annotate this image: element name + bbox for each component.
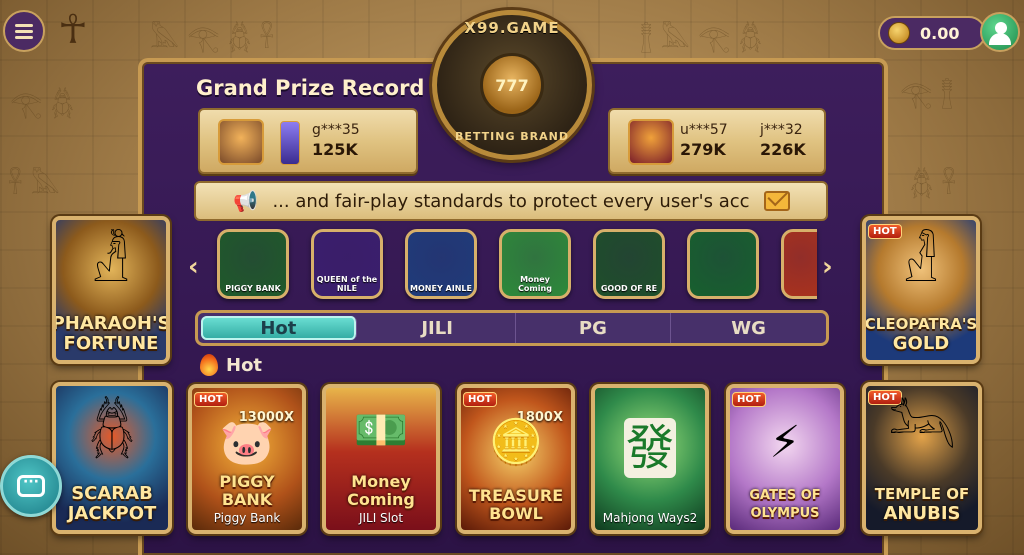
- game-title: Money Coming: [347, 472, 415, 509]
- tab-wg[interactable]: WG: [671, 313, 826, 343]
- game-card-mahjong-ways2[interactable]: 發 Mahjong Ways2: [591, 384, 709, 534]
- featured-game-temple-of-anubis[interactable]: HOT 𓃢 TEMPLE OF ANUBIS: [862, 382, 982, 534]
- scarab-icon: 𓆣: [88, 400, 136, 460]
- tab-jili[interactable]: JILI: [360, 313, 516, 343]
- carousel-prev-button[interactable]: ‹: [188, 252, 199, 282]
- hieroglyph: 𓂀 𓆣: [10, 90, 74, 120]
- winner-entry: u***57 279K: [680, 122, 728, 159]
- winner-game-thumb: [280, 121, 300, 165]
- game-card-money-coming[interactable]: 💵 Money Coming JILI Slot: [322, 384, 440, 534]
- pharaoh-icon: 𓁚: [92, 234, 130, 294]
- piggy-icon: 🐷: [219, 417, 275, 468]
- hero-title-line: TEMPLE OF: [874, 485, 970, 503]
- user-profile-button[interactable]: [980, 12, 1020, 52]
- winner-game-thumb: [628, 119, 674, 165]
- anubis-icon: 𓃢: [888, 400, 956, 460]
- logo-bottom-text: BETTING BRAND: [454, 130, 570, 143]
- chat-support-button[interactable]: [0, 455, 62, 517]
- featured-game-cleopatras-gold[interactable]: HOT 𓁐 CLEOPATRA'S GOLD: [862, 216, 980, 364]
- gold-bowl-icon: 🪙: [488, 417, 544, 468]
- user-icon: [995, 22, 1007, 34]
- mahjong-tile-icon: 發: [624, 418, 676, 478]
- game-card-treasure-bowl[interactable]: HOT 1800X 🪙 TREASURE BOWL: [457, 384, 575, 534]
- money-icon: 💵: [353, 405, 409, 456]
- hero-title-line: JACKPOT: [67, 503, 157, 524]
- winner-name: j***32: [760, 122, 803, 138]
- carousel-game-queen-of-the-nile[interactable]: QUEEN of the NILE: [311, 229, 383, 299]
- game-subtitle: Mahjong Ways2: [602, 511, 698, 525]
- hieroglyph: 𓋹 𓅓: [8, 170, 60, 200]
- game-title: TREASURE BOWL: [468, 486, 564, 523]
- hot-badge: HOT: [194, 392, 228, 407]
- winner-amount: 226K: [760, 140, 806, 159]
- hero-title-line: CLEOPATRA'S: [864, 315, 978, 333]
- prize-record-right: u***57 279K j***32 226K: [608, 108, 826, 174]
- brand-logo: X99.GAME 777 BETTING BRAND: [432, 10, 592, 160]
- game-card-piggy-bank[interactable]: HOT 13000X 🐷 PIGGY BANK Piggy Bank: [188, 384, 306, 534]
- game-card-gates-of-olympus[interactable]: HOT ⚡ GATES OF OLYMPUS: [726, 384, 844, 534]
- winner-entry: g***35 125K: [312, 122, 360, 159]
- carousel-next-button[interactable]: ›: [822, 252, 833, 282]
- prize-record-left: g***35 125K: [198, 108, 418, 174]
- scarab-coin-icon: [888, 22, 910, 44]
- hieroglyph: 𓆣 𓋹: [910, 170, 956, 200]
- cleopatra-icon: 𓁐: [903, 234, 939, 294]
- hero-title-line: PHARAOH'S: [52, 313, 170, 334]
- announcement-marquee[interactable]: 📢 ... and fair-play standards to protect…: [194, 181, 828, 221]
- section-heading: Hot: [200, 354, 262, 376]
- game-category-tabs: Hot JILI PG WG: [195, 310, 829, 346]
- flame-icon: [200, 354, 218, 376]
- balance-value: 0.00: [920, 23, 960, 43]
- hero-title-line: SCARAB: [71, 483, 153, 504]
- tab-pg[interactable]: PG: [516, 313, 672, 343]
- game-subtitle: Piggy Bank: [213, 511, 281, 525]
- game-title: PIGGY BANK: [219, 472, 275, 509]
- carousel-game-piggy-bank[interactable]: PIGGY BANK: [217, 229, 289, 299]
- menu-button[interactable]: [3, 10, 45, 52]
- featured-game-scarab-jackpot[interactable]: 𓆣 SCARAB JACKPOT: [52, 382, 172, 534]
- hero-title-line: FORTUNE: [63, 333, 159, 354]
- section-title: Hot: [226, 354, 263, 376]
- game-title: GATES OF OLYMPUS: [749, 488, 821, 521]
- hot-badge: HOT: [463, 392, 497, 407]
- carousel-game-good-of-re[interactable]: GOOD OF RE: [593, 229, 665, 299]
- hero-title-line: ANUBIS: [883, 503, 961, 524]
- game-subtitle: JILI Slot: [358, 511, 404, 525]
- carousel-game-money-coming[interactable]: Money Coming: [499, 229, 571, 299]
- hieroglyph: 𓊽 𓅓 𓂀 𓆣: [640, 24, 762, 54]
- mail-icon[interactable]: [763, 191, 790, 211]
- hieroglyph: 𓅓 𓂀 𓆣 𓋹: [150, 24, 274, 54]
- hot-badge: HOT: [868, 224, 902, 239]
- balance-display[interactable]: 0.00: [878, 16, 986, 50]
- ankh-icon: ☥: [58, 7, 88, 53]
- carousel-game-6[interactable]: [687, 229, 759, 299]
- winner-name: g***35: [312, 122, 360, 138]
- chat-icon: [17, 474, 45, 497]
- hero-title-line: GOLD: [892, 333, 950, 354]
- zeus-icon: ⚡: [769, 417, 801, 468]
- carousel-game-money-ainle[interactable]: MONEY AINLE: [405, 229, 477, 299]
- winner-game-thumb: [218, 119, 264, 165]
- winner-entry: j***32 226K: [760, 122, 806, 159]
- marquee-text: ... and fair-play standards to protect e…: [272, 190, 750, 212]
- logo-top-text: X99.GAME: [464, 19, 560, 37]
- lion-icon: 777: [480, 53, 544, 117]
- hot-badge: HOT: [732, 392, 766, 407]
- winner-amount: 125K: [312, 140, 358, 159]
- hamburger-icon: [15, 29, 33, 33]
- tab-hot[interactable]: Hot: [201, 316, 357, 340]
- featured-game-pharaohs-fortune[interactable]: 𓁚 PHARAOH'S FORTUNE: [52, 216, 170, 364]
- prize-record-title: Grand Prize Record: [196, 76, 425, 100]
- hieroglyph: 𓂀 𓊽: [900, 80, 954, 110]
- megaphone-icon: 📢: [232, 189, 258, 213]
- carousel-game-7[interactable]: [781, 229, 817, 299]
- winner-amount: 279K: [680, 140, 726, 159]
- winner-name: u***57: [680, 122, 728, 138]
